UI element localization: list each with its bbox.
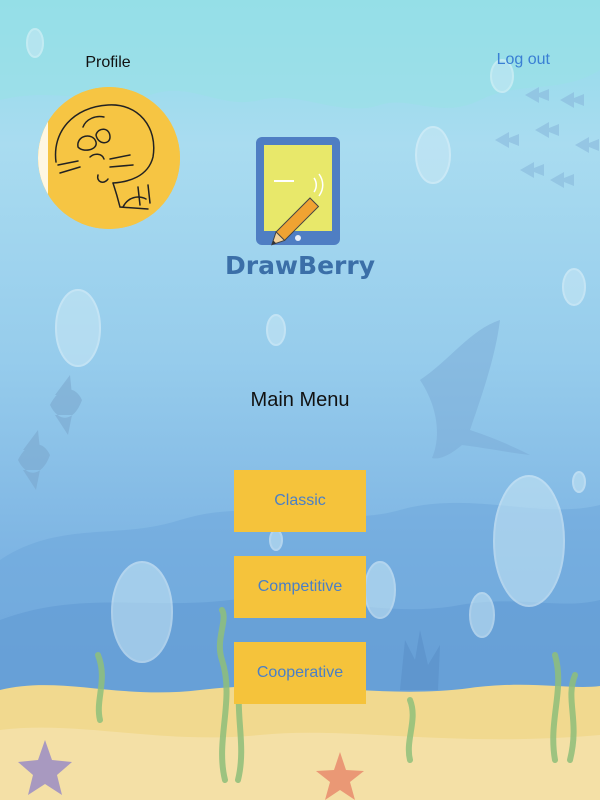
logo-text: DrawBerry <box>225 251 375 280</box>
page-title: Main Menu <box>250 389 350 411</box>
main-menu-screen: Profile Log out DrawBerry Main Menu Clas… <box>0 0 600 800</box>
app-logo: DrawBerry <box>222 136 378 280</box>
classic-button[interactable]: Classic <box>234 470 366 532</box>
profile-avatar[interactable] <box>38 87 180 229</box>
profile-label: Profile <box>85 54 131 71</box>
logout-link[interactable]: Log out <box>497 51 550 69</box>
competitive-button[interactable]: Competitive <box>234 556 366 618</box>
profile-drawing <box>38 87 180 229</box>
tablet-pencil-icon: DrawBerry <box>225 137 375 280</box>
cooperative-button[interactable]: Cooperative <box>234 642 366 704</box>
